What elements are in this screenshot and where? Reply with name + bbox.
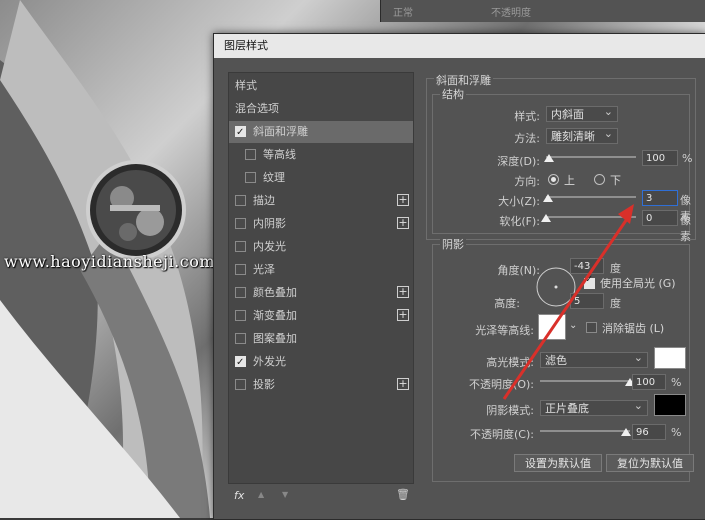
blend-mode-label: 正常 (393, 8, 413, 19)
watermark: www.haoyidiansheji.com (4, 252, 216, 271)
opacity-label: 不透明度 (491, 8, 531, 19)
layers-panel-topbar: 正常 不透明度 (380, 0, 705, 22)
layer-style-dialog: 图层样式 样式混合选项斜面和浮雕等高线纹理描边+内阴影+内发光光泽颜色叠加+渐变… (213, 33, 705, 520)
annotation-arrow (502, 204, 634, 400)
